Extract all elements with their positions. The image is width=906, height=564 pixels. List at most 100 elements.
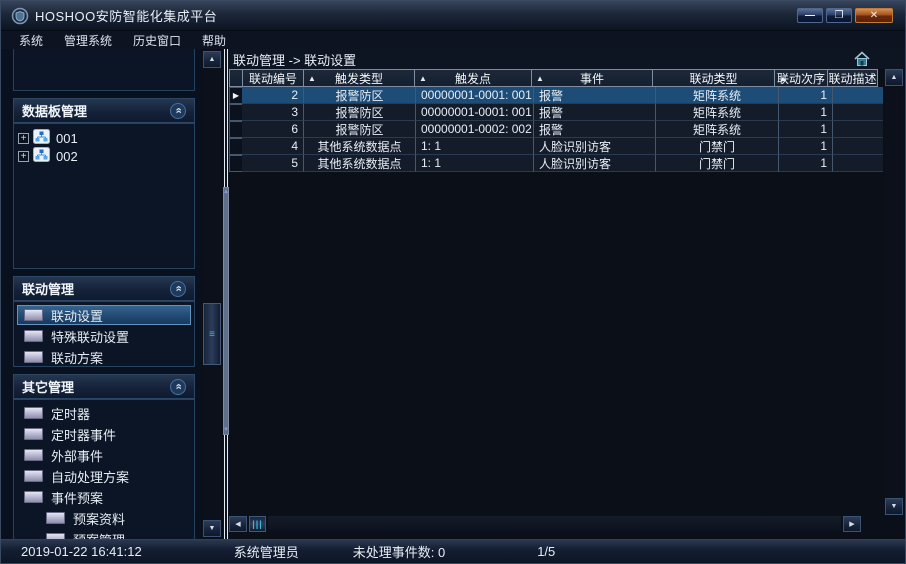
scroll-down-button[interactable]: ▼ [203,520,221,537]
sidebar-scrollbar[interactable]: ▲ ≡ ▼ [201,49,223,539]
scrollbar-corner [861,516,905,532]
sidebar-splitter[interactable]: ▲ ▼ [223,49,229,539]
row-selector-cell[interactable] [229,138,243,155]
table-horizontal-scrollbar[interactable]: ◀ ||| ▶ [229,515,905,533]
splitter-handle[interactable]: ▲ ▼ [223,187,229,435]
collapse-chevron-icon[interactable]: « [170,379,186,395]
cell-num: 6 [242,121,304,138]
sort-arrow-icon: ▲ [308,74,316,83]
cell-point: 00000001-0002: 002 [416,121,534,138]
column-header-label: 联动类型 [689,70,737,87]
databoard-tree: +001+002 [13,123,195,269]
row-selector-cell[interactable] [229,104,243,121]
sidebar-item-label: 自动处理方案 [51,467,129,486]
tree-expander-icon[interactable]: + [18,133,29,144]
table-row[interactable]: ▶2报警防区00000001-0001: 001报警矩阵系统1 [229,87,883,104]
sidebar-item-自动处理方案[interactable]: 自动处理方案 [17,466,191,486]
cell-type: 其他系统数据点 [304,155,416,172]
column-header-5[interactable]: 联动类型 [652,69,775,87]
column-header-4[interactable]: ▲事件 [531,69,653,87]
tree-item-002[interactable]: +002 [18,147,190,165]
collapse-chevron-icon[interactable]: « [170,281,186,297]
status-datetime: 2019-01-22 16:41:12 [21,544,142,559]
current-row-marker-icon: ▶ [233,91,239,100]
group-title-other: 其它管理 [22,377,74,396]
column-header-3[interactable]: ▲触发点 [414,69,532,87]
scroll-left-button[interactable]: ◀ [229,516,247,532]
cell-order: 1 [779,155,833,172]
cell-num: 4 [242,138,304,155]
cell-point: 1: 1 [416,138,534,155]
column-header-1[interactable]: 联动编号 [242,69,304,87]
sidebar-item-联动方案[interactable]: 联动方案 [17,347,191,367]
column-header-2[interactable]: ▲ 触发类型 [303,69,415,87]
breadcrumb-bar: 联动管理 -> 联动设置 [229,49,905,69]
row-selector-cell[interactable] [229,121,243,138]
sidebar-scroll-thumb[interactable]: ≡ [203,303,221,365]
scroll-right-button[interactable]: ▶ [843,516,861,532]
cell-desc [833,155,883,172]
table-vscroll-track[interactable] [885,87,903,497]
menu-item-management[interactable]: 管理系统 [58,32,118,49]
panel-icon [24,330,43,342]
cell-point: 00000001-0001: 001 [416,104,534,121]
sort-arrow-icon: ▲ [779,74,787,83]
sidebar-item-label: 联动设置 [51,306,103,325]
title-bar[interactable]: HOSHOO安防智能化集成平台 — ❐ ✕ [1,1,905,31]
minimize-button[interactable]: — [797,8,823,23]
hscroll-thumb[interactable]: ||| [249,516,266,532]
sidebar-scroll-track[interactable]: ≡ [203,69,221,519]
table-row[interactable]: 4其他系统数据点1: 1人脸识别访客门禁门1 [229,138,883,155]
app-logo-icon [11,7,29,25]
hscroll-track[interactable] [268,516,841,532]
sidebar-item-联动设置[interactable]: 联动设置 [17,305,191,325]
column-header-7[interactable]: 联动描述 [827,69,878,87]
sidebar-item-外部事件[interactable]: 外部事件 [17,445,191,465]
cell-point: 00000001-0001: 001 [416,87,534,104]
table-row[interactable]: 6报警防区00000001-0002: 002报警矩阵系统1 [229,121,883,138]
scroll-up-button[interactable]: ▲ [203,51,221,68]
menu-item-system[interactable]: 系统 [13,32,49,49]
cell-event: 报警 [534,87,656,104]
group-title-linkage: 联动管理 [22,279,74,298]
table-row[interactable]: 5其他系统数据点1: 1人脸识别访客门禁门1 [229,155,883,172]
column-header-6[interactable]: ▲联动次序 [774,69,828,87]
cell-event: 报警 [534,104,656,121]
tree-item-001[interactable]: +001 [18,129,190,147]
sidebar-item-定时器[interactable]: 定时器 [17,403,191,423]
row-selector-cell[interactable] [229,155,243,172]
scroll-up-button[interactable]: ▲ [885,69,903,86]
panel-icon [24,309,43,321]
cell-event: 人脸识别访客 [534,155,656,172]
table-vertical-scrollbar[interactable]: ▲ ▼ [883,69,905,515]
scroll-down-button[interactable]: ▼ [885,498,903,515]
sidebar-item-label: 外部事件 [51,446,103,465]
maximize-button[interactable]: ❐ [826,8,852,23]
close-button[interactable]: ✕ [855,8,893,23]
cell-point: 1: 1 [416,155,534,172]
status-page-indicator: 1/5 [537,544,555,559]
menu-bar: 系统 管理系统 历史窗口 帮助 [1,31,905,49]
menu-item-history[interactable]: 历史窗口 [127,32,187,49]
group-header-linkage[interactable]: 联动管理 « [13,276,195,301]
sort-arrow-icon: ▲ [419,74,427,83]
tree-expander-icon[interactable]: + [18,151,29,162]
panel-icon [24,407,43,419]
column-header-selector[interactable] [229,69,243,87]
sidebar-item-特殊联动设置[interactable]: 特殊联动设置 [17,326,191,346]
column-header-label: 触发类型 [335,70,383,87]
tree-item-label: 001 [56,131,78,146]
tree-item-label: 002 [56,149,78,164]
sidebar-item-预案资料[interactable]: 预案资料 [17,508,191,528]
row-selector-cell[interactable]: ▶ [229,87,243,104]
menu-item-help[interactable]: 帮助 [196,32,232,49]
sidebar-item-定时器事件[interactable]: 定时器事件 [17,424,191,444]
table-row[interactable]: 3报警防区00000001-0001: 001报警矩阵系统1 [229,104,883,121]
group-header-other[interactable]: 其它管理 « [13,374,195,399]
cell-order: 1 [779,121,833,138]
sidebar-item-预案管理[interactable]: 预案管理 [17,529,191,539]
sidebar-item-事件预案[interactable]: 事件预案 [17,487,191,507]
collapse-chevron-icon[interactable]: « [170,103,186,119]
group-header-databoard[interactable]: 数据板管理 « [13,98,195,123]
home-icon[interactable] [853,50,871,68]
